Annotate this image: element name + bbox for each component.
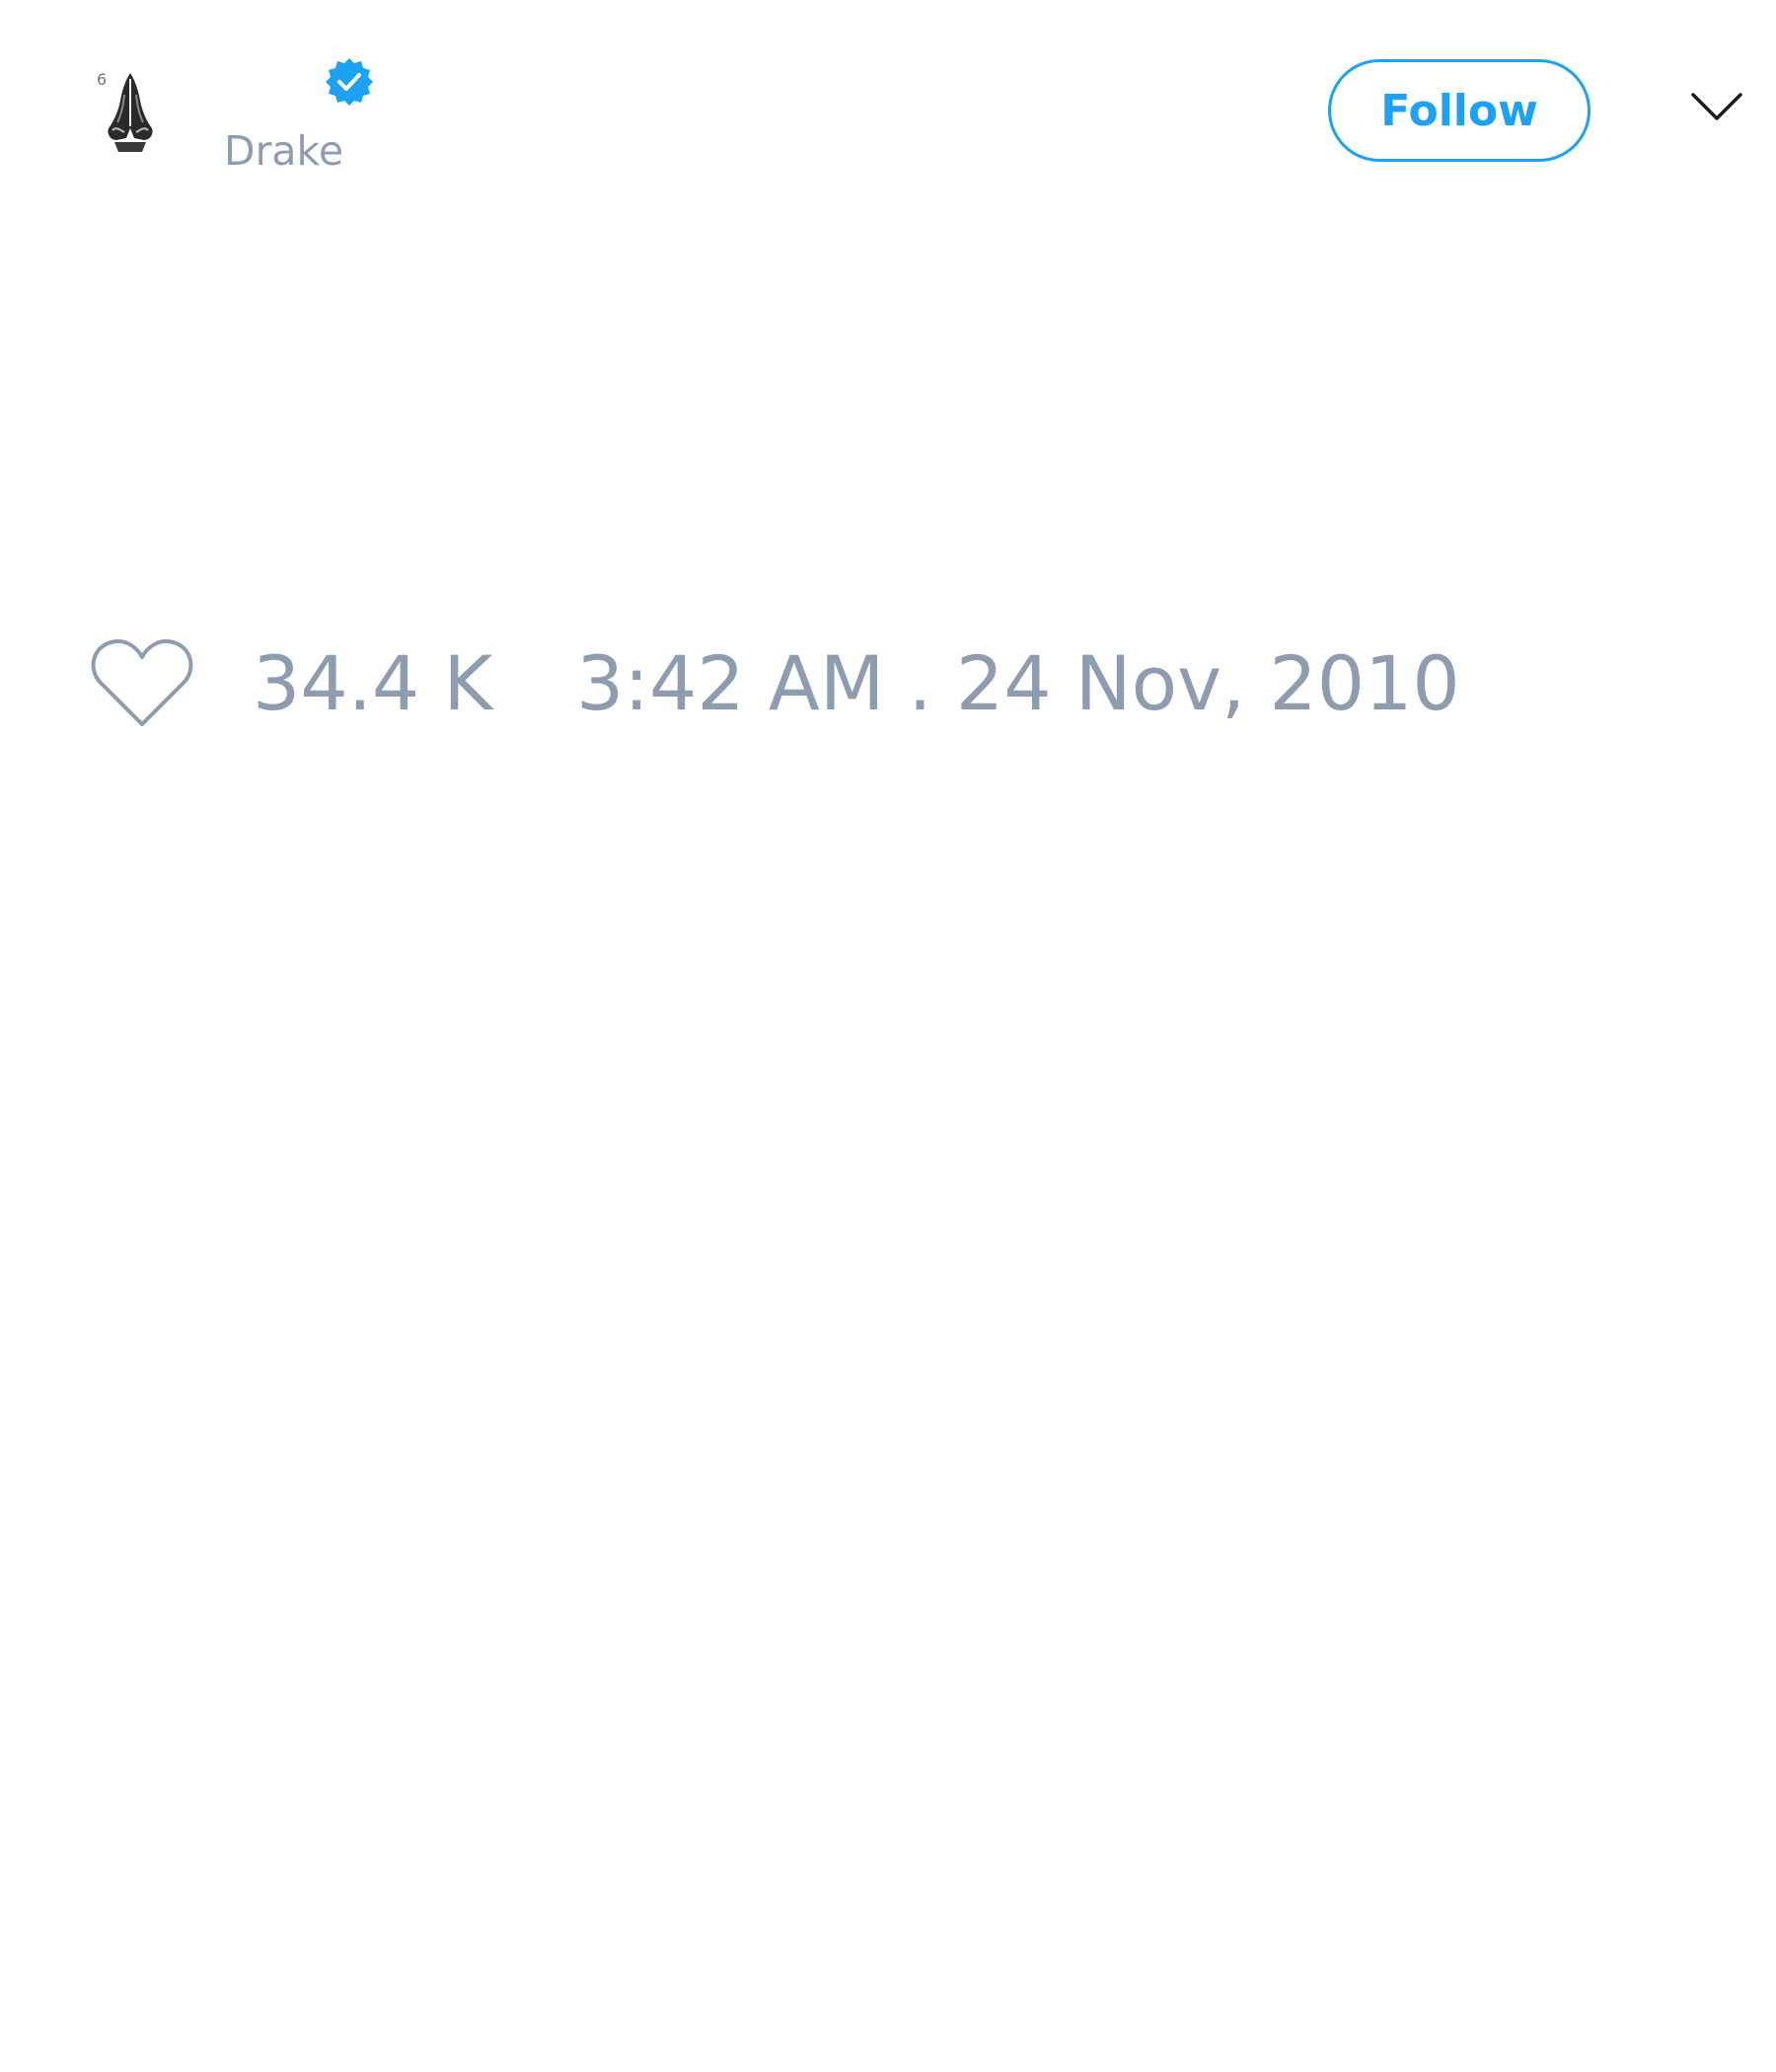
follow-button[interactable]: Follow	[1328, 59, 1591, 162]
verified-badge-icon	[324, 56, 375, 108]
heart-icon[interactable]	[89, 635, 195, 730]
tweet-timestamp[interactable]: 3:42 AM . 24 Nov, 2010	[576, 639, 1460, 728]
avatar[interactable]: 6	[91, 65, 170, 154]
like-count: 34.4 K	[253, 639, 493, 727]
svg-text:6: 6	[97, 70, 107, 89]
praying-hands-icon: 6	[97, 70, 153, 152]
chevron-down-icon[interactable]	[1689, 89, 1744, 124]
display-name[interactable]: Drake	[224, 126, 343, 176]
